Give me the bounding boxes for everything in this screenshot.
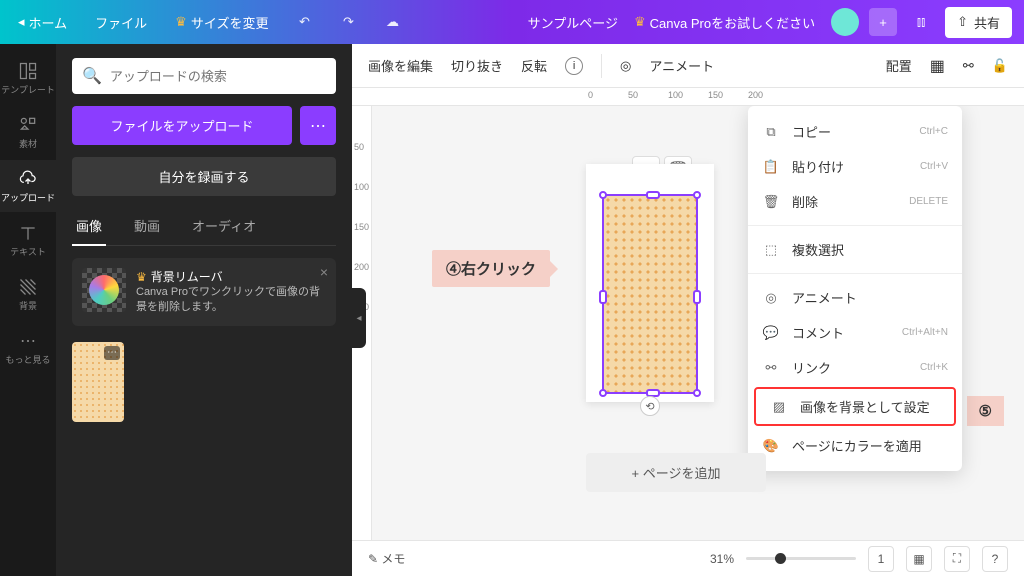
fullscreen-icon[interactable]: ⛶ <box>944 546 970 572</box>
search-icon: 🔍 <box>82 66 102 86</box>
animate-icon: ◎ <box>762 290 780 306</box>
uploads-panel: 🔍 ファイルをアップロード ⋯ 自分を録画する 画像 動画 オーディオ ♛背景リ… <box>56 44 352 576</box>
bottom-bar: ✎ メモ 31% 1 ▦ ⛶ ? <box>352 540 1024 576</box>
link-icon[interactable]: ⚯ <box>963 58 974 74</box>
link-icon: ⚯ <box>762 360 780 376</box>
page-count-button[interactable]: 1 <box>868 546 894 572</box>
transparency-icon[interactable]: ▦ <box>930 56 945 76</box>
search-input[interactable]: 🔍 <box>72 58 336 94</box>
crown-icon: ♛ <box>136 270 147 284</box>
rail-text[interactable]: テキスト <box>0 214 56 266</box>
select-icon: ⬚ <box>762 242 780 258</box>
document-name[interactable]: サンプルページ <box>528 13 618 32</box>
copy-icon: ⧉ <box>762 124 780 140</box>
rotate-handle[interactable]: ⟲ <box>640 396 660 416</box>
menu-paste[interactable]: 📋貼り付けCtrl+V <box>748 149 962 184</box>
file-menu[interactable]: ファイル <box>89 9 153 36</box>
zoom-value[interactable]: 31% <box>710 552 734 566</box>
home-button[interactable]: ◂ ホーム <box>12 9 73 36</box>
side-rail: テンプレート 素材 アップロード テキスト 背景 ⋯もっと見る <box>0 44 56 576</box>
resize-button[interactable]: ♛ サイズを変更 <box>169 9 274 36</box>
rail-more[interactable]: ⋯もっと見る <box>0 322 56 374</box>
selected-image[interactable]: ⟲ <box>602 194 698 394</box>
background-icon: ▨ <box>770 399 788 415</box>
crop-button[interactable]: 切り抜き <box>451 56 503 75</box>
context-toolbar: 画像を編集 切り抜き 反転 i ◎ アニメート 配置 ▦ ⚯ 🔓 <box>352 44 1024 88</box>
help-icon[interactable]: ? <box>982 546 1008 572</box>
upload-thumbnail[interactable]: ⋯ <box>72 342 124 422</box>
cloud-sync-icon[interactable]: ☁ <box>378 8 406 36</box>
context-menu: ⧉コピーCtrl+C 📋貼り付けCtrl+V 🗑削除DELETE ⬚複数選択 ◎… <box>748 106 962 471</box>
menu-comment[interactable]: 💬コメントCtrl+Alt+N <box>748 315 962 350</box>
menu-animate[interactable]: ◎アニメート <box>748 280 962 315</box>
rail-templates[interactable]: テンプレート <box>0 52 56 104</box>
upload-more-button[interactable]: ⋯ <box>300 106 336 145</box>
share-icon: ⇧ <box>957 14 968 30</box>
palette-icon: 🎨 <box>762 438 780 454</box>
add-page-button[interactable]: + ページを追加 <box>586 453 766 492</box>
menu-set-as-background[interactable]: ▨画像を背景として設定 <box>756 389 954 424</box>
flip-button[interactable]: 反転 <box>521 56 547 75</box>
ruler-horizontal: 0 50 100 150 200 <box>352 88 1024 106</box>
menu-multiselect[interactable]: ⬚複数選択 <box>748 232 962 267</box>
position-button[interactable]: 配置 <box>886 56 912 75</box>
menu-delete[interactable]: 🗑削除DELETE <box>748 184 962 219</box>
try-pro-button[interactable]: ♛ Canva Proをお試しください <box>628 9 821 36</box>
tab-video[interactable]: 動画 <box>130 208 164 245</box>
redo-icon[interactable]: ↷ <box>334 8 362 36</box>
bg-remover-icon <box>82 268 126 312</box>
info-icon[interactable]: i <box>565 57 583 75</box>
crown-icon: ♛ <box>634 14 646 30</box>
share-button[interactable]: ⇧共有 <box>945 7 1012 38</box>
paste-icon: 📋 <box>762 159 780 175</box>
menu-link[interactable]: ⚯リンクCtrl+K <box>748 350 962 385</box>
insights-icon[interactable]: ⫾⫾ <box>907 8 935 36</box>
top-bar: ◂ ホーム ファイル ♛ サイズを変更 ↶ ↷ ☁ サンプルページ ♛ Canv… <box>0 0 1024 44</box>
tab-audio[interactable]: オーディオ <box>188 208 260 245</box>
canvas-area: 画像を編集 切り抜き 反転 i ◎ アニメート 配置 ▦ ⚯ 🔓 0 50 10… <box>352 44 1024 576</box>
animate-button[interactable]: アニメート <box>649 56 714 75</box>
trash-icon: 🗑 <box>762 194 780 210</box>
undo-icon[interactable]: ↶ <box>290 8 318 36</box>
menu-copy[interactable]: ⧉コピーCtrl+C <box>748 114 962 149</box>
record-yourself-button[interactable]: 自分を録画する <box>72 157 336 196</box>
bg-remover-promo[interactable]: ♛背景リムーバ Canva Proでワンクリックで画像の背景を削除します。 × <box>72 258 336 326</box>
grid-view-icon[interactable]: ▦ <box>906 546 932 572</box>
annotation-callout: ④右クリック <box>432 250 550 287</box>
notes-button[interactable]: ✎ メモ <box>368 550 405 567</box>
close-icon[interactable]: × <box>320 264 328 280</box>
zoom-slider[interactable] <box>746 557 856 560</box>
upload-file-button[interactable]: ファイルをアップロード <box>72 106 292 145</box>
crown-icon: ♛ <box>175 14 187 30</box>
tab-image[interactable]: 画像 <box>72 208 106 245</box>
lock-icon[interactable]: 🔓 <box>992 58 1008 74</box>
annotation-number: ⑤ <box>967 396 1004 426</box>
animate-icon: ◎ <box>620 58 631 74</box>
rail-background[interactable]: 背景 <box>0 268 56 320</box>
avatar[interactable] <box>831 8 859 36</box>
thumbnail-menu-icon[interactable]: ⋯ <box>104 346 120 360</box>
rail-uploads[interactable]: アップロード <box>0 160 56 212</box>
menu-apply-color[interactable]: 🎨ページにカラーを適用 <box>748 428 962 463</box>
add-member-button[interactable]: + <box>869 8 897 36</box>
comment-icon: 💬 <box>762 325 780 341</box>
edit-image-button[interactable]: 画像を編集 <box>368 56 433 75</box>
rail-elements[interactable]: 素材 <box>0 106 56 158</box>
panel-collapse-handle[interactable]: ◂ <box>352 288 366 348</box>
